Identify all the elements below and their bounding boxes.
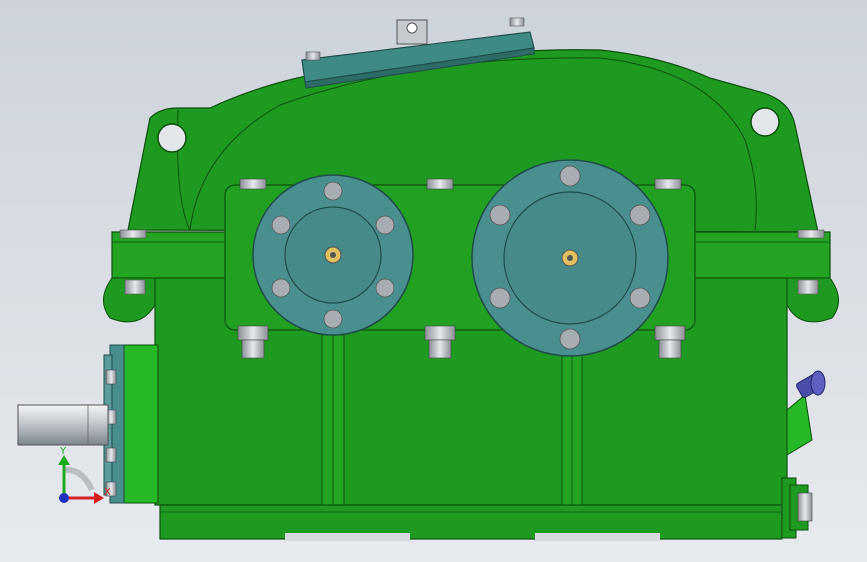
y-axis-label: Y [59, 446, 67, 457]
drain-valve [786, 370, 826, 456]
bearing-cover-small [252, 174, 414, 336]
coordinate-triad: Y X [58, 446, 111, 504]
gearbox-model: Y X [17, 17, 839, 541]
x-axis-label: X [104, 487, 111, 498]
bearing-cover-large [471, 159, 669, 357]
oil-plug [789, 484, 813, 531]
cad-viewport[interactable]: Y X [0, 0, 867, 562]
